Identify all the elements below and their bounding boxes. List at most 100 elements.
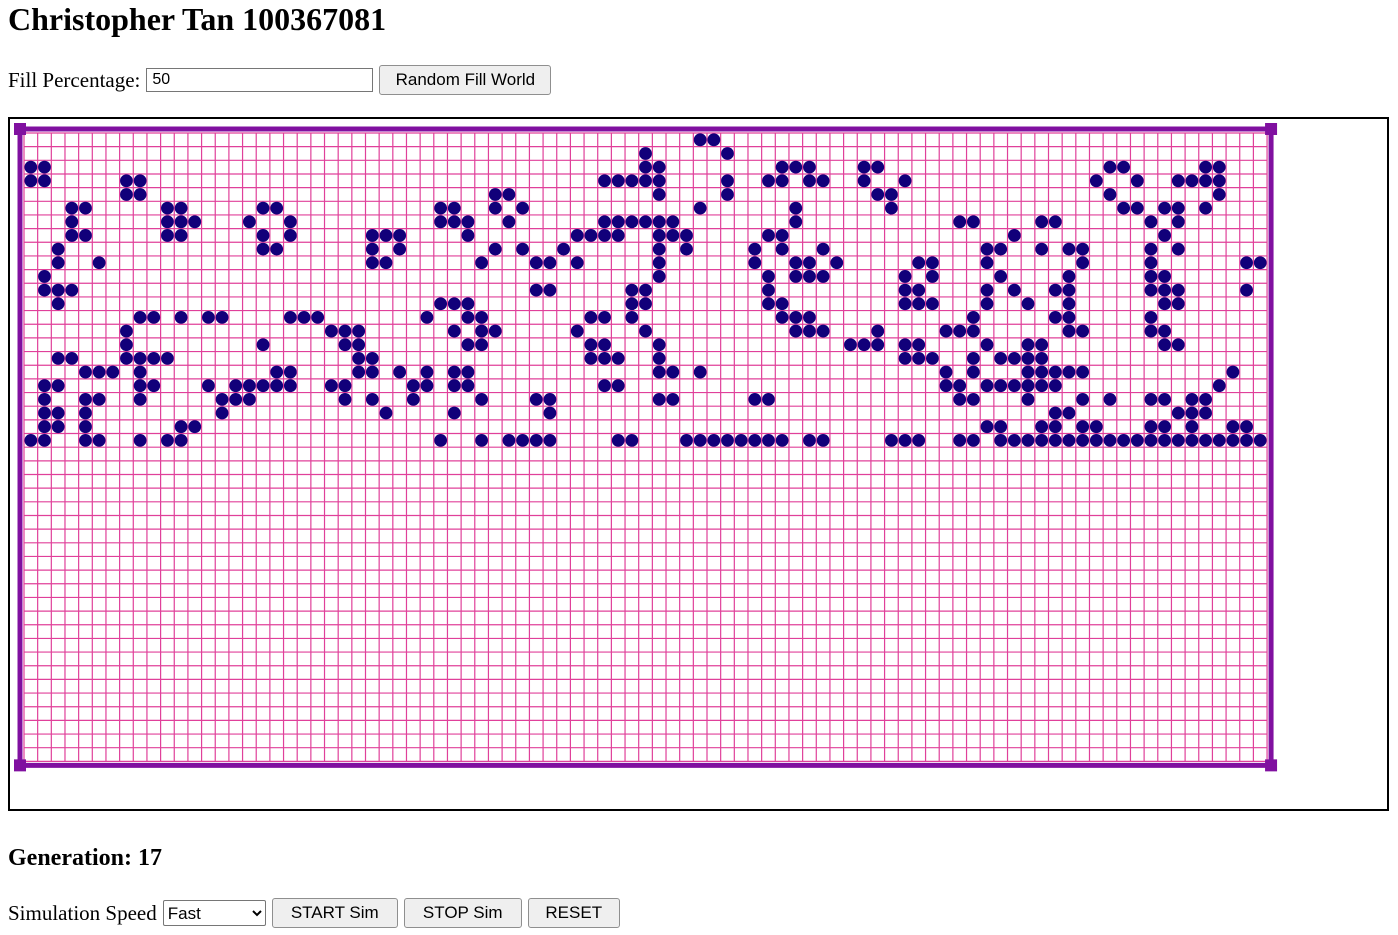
live-cell[interactable] [1158,433,1172,447]
live-cell[interactable] [1021,392,1035,406]
live-cell[interactable] [229,379,243,393]
live-cell[interactable] [1171,201,1185,215]
live-cell[interactable] [748,256,762,270]
live-cell[interactable] [352,351,366,365]
live-cell[interactable] [92,433,106,447]
live-cell[interactable] [1035,338,1049,352]
live-cell[interactable] [242,379,256,393]
live-cell[interactable] [639,297,652,311]
live-cell[interactable] [242,392,256,406]
live-cell[interactable] [1035,420,1049,434]
live-cell[interactable] [693,433,707,447]
live-cell[interactable] [420,311,434,324]
live-cell[interactable] [147,379,161,393]
live-cell[interactable] [38,174,51,188]
live-cell[interactable] [324,379,338,393]
live-cell[interactable] [775,160,789,174]
live-cell[interactable] [994,420,1008,434]
live-cell[interactable] [283,365,297,379]
live-cell[interactable] [24,174,38,188]
live-cell[interactable] [789,324,803,338]
live-cell[interactable] [461,338,475,352]
live-cell[interactable] [680,242,693,256]
live-cell[interactable] [516,433,529,447]
live-cell[interactable] [803,270,816,283]
live-cell[interactable] [379,229,393,242]
live-cell[interactable] [980,379,994,393]
live-cell[interactable] [966,351,980,365]
live-cell[interactable] [38,283,51,297]
live-cell[interactable] [38,420,51,434]
live-cell[interactable] [652,270,666,283]
live-cell[interactable] [1035,379,1049,393]
live-cell[interactable] [1035,365,1049,379]
live-cell[interactable] [543,392,557,406]
live-cell[interactable] [652,338,666,352]
live-cell[interactable] [1240,256,1253,270]
live-cell[interactable] [65,201,79,215]
live-cell[interactable] [925,351,939,365]
live-cell[interactable] [51,379,65,393]
live-cell[interactable] [1212,433,1226,447]
live-cell[interactable] [1076,420,1090,434]
live-cell[interactable] [611,379,625,393]
live-cell[interactable] [871,324,885,338]
live-cell[interactable] [1212,174,1226,188]
live-cell[interactable] [1199,160,1212,174]
live-cell[interactable] [1035,215,1049,229]
live-cell[interactable] [338,324,352,338]
live-cell[interactable] [502,188,516,201]
live-cell[interactable] [1144,270,1158,283]
live-cell[interactable] [1048,406,1062,420]
live-cell[interactable] [161,229,174,242]
live-cell[interactable] [1048,283,1062,297]
live-cell[interactable] [980,420,994,434]
live-cell[interactable] [461,297,475,311]
live-cell[interactable] [51,297,65,311]
live-cell[interactable] [270,379,284,393]
live-cell[interactable] [966,392,980,406]
live-cell[interactable] [51,283,65,297]
live-cell[interactable] [1021,365,1035,379]
live-cell[interactable] [352,338,366,352]
live-cell[interactable] [120,324,133,338]
live-cell[interactable] [488,324,502,338]
live-cell[interactable] [1144,256,1158,270]
live-cell[interactable] [748,242,762,256]
live-cell[interactable] [1062,365,1076,379]
live-cell[interactable] [1158,420,1172,434]
live-cell[interactable] [1253,433,1267,447]
simulation-speed-select[interactable]: Fast [162,900,266,926]
live-cell[interactable] [652,242,666,256]
live-cell[interactable] [1076,242,1090,256]
live-cell[interactable] [311,311,325,324]
live-cell[interactable] [1240,420,1253,434]
live-cell[interactable] [652,160,666,174]
live-cell[interactable] [447,406,461,420]
live-cell[interactable] [803,174,816,188]
live-cell[interactable] [365,351,379,365]
live-cell[interactable] [912,433,926,447]
live-cell[interactable] [461,365,475,379]
live-cell[interactable] [1007,283,1021,297]
live-cell[interactable] [898,433,912,447]
live-cell[interactable] [434,433,448,447]
live-cell[interactable] [1144,433,1158,447]
live-cell[interactable] [406,379,420,393]
live-cell[interactable] [256,379,270,393]
live-cell[interactable] [912,256,926,270]
live-cell[interactable] [652,351,666,365]
live-cell[interactable] [980,338,994,352]
live-cell[interactable] [447,324,461,338]
live-cell[interactable] [857,174,871,188]
live-cell[interactable] [174,311,188,324]
live-cell[interactable] [79,201,92,215]
game-of-life-world[interactable] [8,117,1389,811]
live-cell[interactable] [1144,311,1158,324]
reset-button[interactable]: RESET [527,898,620,928]
live-cell[interactable] [488,188,502,201]
live-cell[interactable] [570,256,584,270]
live-cell[interactable] [598,351,611,365]
live-cell[interactable] [1212,160,1226,174]
live-cell[interactable] [393,365,407,379]
